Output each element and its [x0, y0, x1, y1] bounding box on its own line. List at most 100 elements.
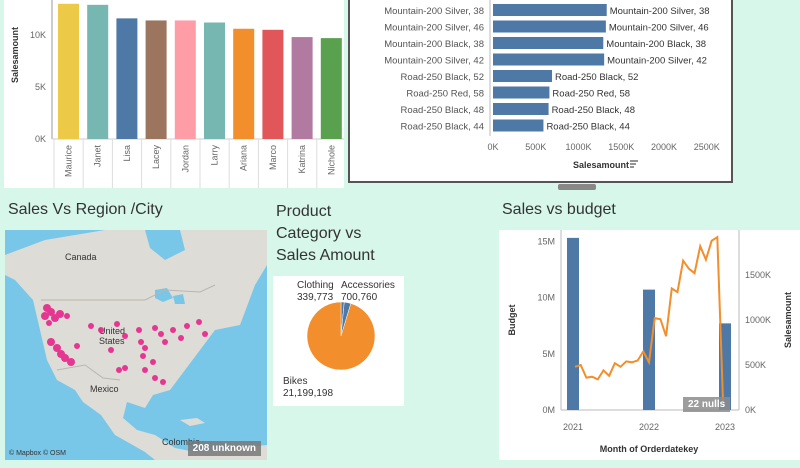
- map-label-mexico: Mexico: [90, 384, 119, 394]
- map-land-caribbean: [180, 418, 205, 426]
- resize-handle[interactable]: [558, 184, 596, 190]
- x-tick-label: Katrina: [297, 145, 307, 174]
- budget-panel: 0M 5M 10M 15M 0K 500K 1000K 1500K 2021 2022 2023 Mo…: [499, 230, 800, 460]
- product-bar: [493, 4, 607, 16]
- bar-value-label: Mountain-200 Silver, 46: [609, 23, 709, 34]
- city-marker: [74, 343, 80, 349]
- employee-bar: [116, 18, 138, 139]
- city-marker: [184, 323, 190, 329]
- employee-bar: [204, 22, 225, 139]
- product-bar: [493, 53, 605, 66]
- map-title: Sales Vs Region /City: [8, 201, 163, 218]
- x-tick-label: Lisa: [122, 145, 132, 162]
- city-marker: [56, 310, 64, 318]
- left-tick-label: 5M: [542, 349, 555, 359]
- x-axis-title: Month of Orderdatekey: [600, 444, 699, 454]
- bar-value-label: Road-250 Black, 44: [546, 122, 629, 133]
- x-tick-label: Janet: [93, 145, 103, 168]
- city-marker: [122, 365, 128, 371]
- x-tick-label: 2021: [563, 422, 583, 432]
- budget-title: Sales vs budget: [502, 201, 616, 218]
- map-attribution: © Mapbox © OSM: [9, 450, 66, 457]
- pie-title-line1: Product: [276, 203, 332, 220]
- row-label: Mountain-200 Silver, 46: [384, 23, 484, 34]
- pie-label-bikes-name: Bikes: [283, 376, 308, 387]
- row-label: Road-250 Red, 58: [406, 89, 484, 100]
- y-tick-label: 0K: [35, 134, 46, 144]
- product-bar: [493, 20, 606, 33]
- city-marker: [98, 327, 104, 333]
- city-marker: [122, 333, 128, 339]
- bar-value-label: Road-250 Red, 58: [552, 89, 630, 100]
- sales-map[interactable]: Canada United States Mexico Colombia © M…: [5, 230, 267, 460]
- x-tick-label: 2022: [639, 422, 659, 432]
- bar-value-label: Mountain-200 Silver, 38: [610, 6, 710, 17]
- x-tick-label: Maurice: [64, 145, 74, 177]
- left-axis-title: Budget: [507, 305, 517, 336]
- x-tick-label: Marco: [268, 145, 278, 170]
- city-marker: [152, 375, 158, 381]
- x-tick-label: 500K: [525, 142, 546, 152]
- city-marker: [114, 321, 120, 327]
- employee-bar: [174, 20, 196, 139]
- pie-title-line3: Sales Amount: [276, 247, 375, 264]
- city-marker: [152, 325, 158, 331]
- right-tick-label: 0K: [745, 405, 756, 415]
- x-axis-title: Salesamount: [573, 160, 629, 170]
- map-label-canada: Canada: [65, 252, 97, 262]
- pie-slice: [306, 301, 376, 371]
- city-marker: [88, 323, 94, 329]
- city-marker: [140, 353, 146, 359]
- y-tick-label: 10K: [30, 30, 46, 40]
- product-bar: [493, 70, 552, 82]
- city-marker: [116, 367, 122, 373]
- product-bar: [493, 86, 550, 99]
- employee-bar: [58, 3, 79, 139]
- employee-sales-panel: 0K 5K 10K Salesamount Maurice Janet Lisa Lacey J…: [4, 0, 344, 188]
- city-marker: [64, 313, 70, 319]
- right-axis-title: Salesamount: [783, 292, 793, 348]
- row-label: Mountain-200 Silver, 42: [384, 56, 484, 67]
- bar-value-label: Mountain-200 Black, 38: [606, 39, 706, 50]
- nulls-badge[interactable]: 22 nulls: [683, 397, 731, 412]
- right-tick-label: 1000K: [745, 315, 771, 325]
- city-marker: [160, 379, 166, 385]
- pie-title-line2: Category vs: [276, 225, 362, 242]
- y-axis-title: Salesamount: [10, 27, 20, 83]
- employee-bar: [145, 20, 167, 139]
- map-svg: Canada United States Mexico Colombia: [5, 230, 267, 460]
- pie-label-bikes: Bikes 21,199,198: [283, 376, 333, 400]
- product-sales-panel: Mountain-200 Silver, 38 Mountain-200 Silv…: [348, 0, 733, 183]
- city-marker: [108, 347, 114, 353]
- unknown-badge[interactable]: 208 unknown: [187, 441, 261, 456]
- city-marker: [136, 327, 142, 333]
- x-tick-label: 2000K: [651, 142, 677, 152]
- row-label: Road-250 Black, 52: [401, 72, 484, 83]
- map-land-north-america: [5, 230, 267, 460]
- pie-title: Product Category vs Sales Amount: [276, 201, 375, 267]
- city-marker: [150, 359, 156, 365]
- city-marker: [41, 312, 49, 320]
- x-tick-label: Nichole: [326, 145, 336, 175]
- city-marker: [46, 320, 52, 326]
- bar-value-label: Mountain-200 Silver, 42: [607, 56, 707, 67]
- city-marker: [142, 367, 148, 373]
- city-marker: [47, 338, 55, 346]
- x-tick-label: 0K: [487, 142, 498, 152]
- bar-value-label: Road-250 Black, 48: [552, 105, 635, 116]
- city-marker: [67, 358, 75, 366]
- left-tick-label: 15M: [537, 236, 555, 246]
- city-marker: [158, 331, 164, 337]
- left-tick-label: 10M: [537, 293, 555, 303]
- bar-value-label: Road-250 Black, 52: [555, 72, 638, 83]
- x-tick-label: 2023: [715, 422, 735, 432]
- product-bar: [493, 119, 544, 132]
- employee-bar: [320, 38, 342, 140]
- sort-icon: [630, 160, 638, 168]
- city-marker: [170, 327, 176, 333]
- employee-bar: [291, 37, 313, 139]
- pie-panel: Clothing 339,773 Accessories 700,760 Bik…: [273, 276, 404, 406]
- employee-sales-chart: 0K 5K 10K Salesamount Maurice Janet Lisa Lacey J…: [10, 0, 344, 188]
- budget-chart[interactable]: 0M 5M 10M 15M 0K 500K 1000K 1500K 2021 2022 2023 Mo…: [499, 230, 800, 460]
- budget-bar: [567, 237, 579, 410]
